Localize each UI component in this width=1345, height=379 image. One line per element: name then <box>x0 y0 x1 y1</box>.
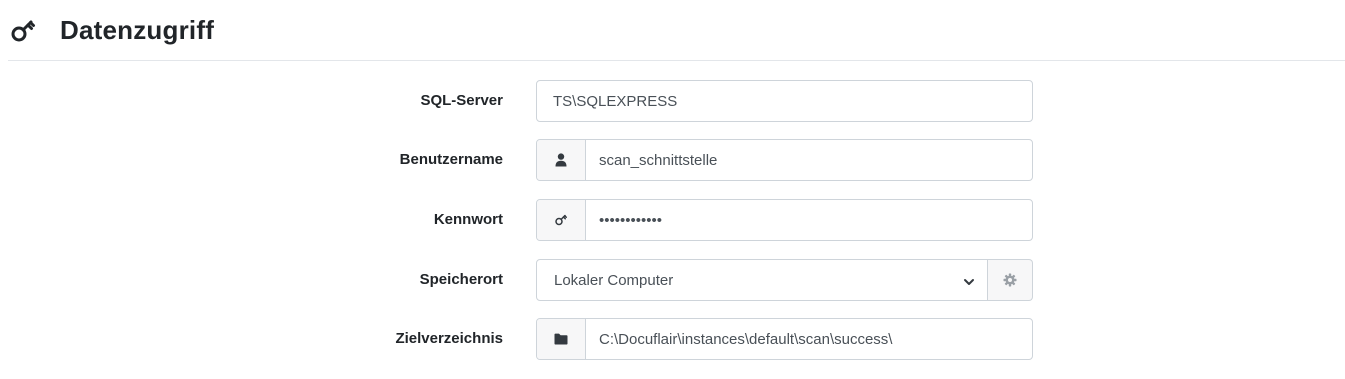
sql-server-value: TS\SQLEXPRESS <box>553 92 678 110</box>
password-input-group[interactable]: •••••••••••• <box>536 199 1033 241</box>
chevron-down-icon <box>963 275 975 287</box>
password-row: Kennwort •••••••••••• <box>0 199 1345 241</box>
storage-settings-button[interactable] <box>988 259 1033 301</box>
header-divider <box>8 60 1345 61</box>
username-field[interactable]: scan_schnittstelle <box>586 140 1032 180</box>
sql-server-input[interactable]: TS\SQLEXPRESS <box>536 80 1033 122</box>
key-icon <box>8 16 38 46</box>
target-dir-input-group[interactable]: C:\Docuflair\instances\default\scan\succ… <box>536 318 1033 360</box>
sql-server-row: SQL-Server TS\SQLEXPRESS <box>0 80 1345 122</box>
page-header: Datenzugriff <box>8 0 214 60</box>
storage-selected-value: Lokaler Computer <box>554 271 674 289</box>
sql-server-label: SQL-Server <box>420 92 503 109</box>
target-dir-field[interactable]: C:\Docuflair\instances\default\scan\succ… <box>586 319 1032 359</box>
target-dir-row: Zielverzeichnis C:\Docuflair\instances\d… <box>0 318 1345 360</box>
password-label: Kennwort <box>433 211 503 228</box>
username-label: Benutzername <box>399 151 503 168</box>
folder-icon <box>537 319 586 359</box>
password-field[interactable]: •••••••••••• <box>586 200 1032 240</box>
username-row: Benutzername scan_schnittstelle <box>0 139 1345 181</box>
user-icon <box>537 140 586 180</box>
target-dir-label: Zielverzeichnis <box>395 330 503 347</box>
storage-select-group: Lokaler Computer <box>536 259 1033 301</box>
username-input-group[interactable]: scan_schnittstelle <box>536 139 1033 181</box>
storage-row: Speicherort Lokaler Computer <box>0 259 1345 301</box>
gear-icon <box>1003 273 1017 287</box>
storage-select[interactable]: Lokaler Computer <box>536 259 988 301</box>
storage-label: Speicherort <box>419 271 503 288</box>
key-icon <box>537 200 586 240</box>
page-title: Datenzugriff <box>60 14 215 45</box>
